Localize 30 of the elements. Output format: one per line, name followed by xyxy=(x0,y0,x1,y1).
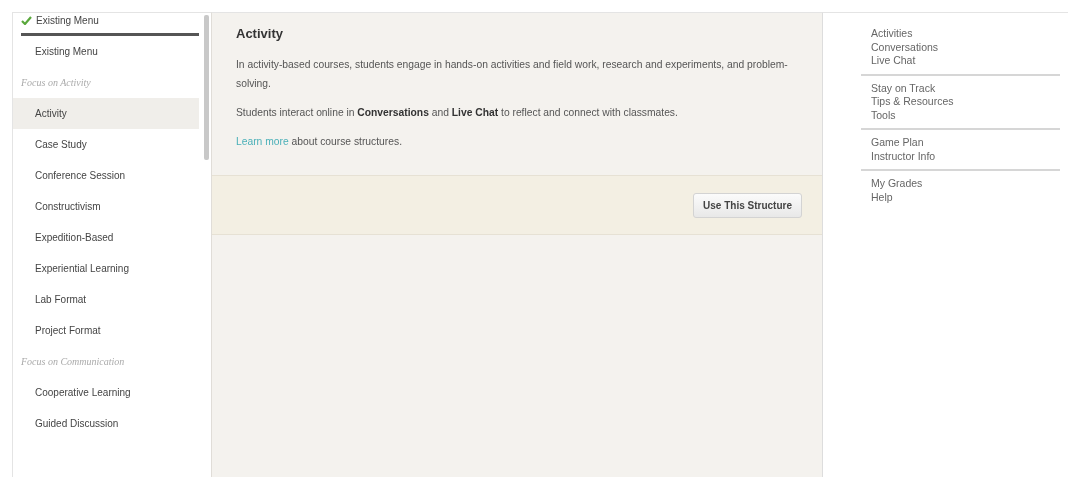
menu-item[interactable]: Project Format xyxy=(13,315,199,346)
menu-item[interactable]: Lab Format xyxy=(13,284,199,315)
nav-link[interactable]: Tools xyxy=(871,108,1060,122)
menu-item[interactable]: Case Study xyxy=(13,129,199,160)
use-structure-button[interactable]: Use This Structure xyxy=(693,192,802,218)
menu-select[interactable]: Existing Menu xyxy=(21,13,199,36)
section-title: Activity xyxy=(236,26,284,41)
nav-link[interactable]: My Grades xyxy=(871,177,1060,191)
section-heading: Focus on Communication xyxy=(20,355,126,369)
menu-item[interactable]: Expedition-Based xyxy=(13,222,199,253)
description-text: In activity-based courses, students engage in hands-on activities and field work, research and experiments, and problem-solving. xyxy=(236,58,789,91)
menu-item[interactable]: Experiential Learning xyxy=(13,253,199,284)
menu-item[interactable]: Constructivism xyxy=(13,191,199,222)
nav-link[interactable]: Game Plan xyxy=(871,136,1060,150)
menu-item[interactable]: Activity xyxy=(13,98,199,129)
menu-item[interactable]: Guided Discussion xyxy=(13,408,199,439)
menu-item[interactable]: Conference Session xyxy=(13,160,199,191)
nav-link[interactable]: Instructor Info xyxy=(871,149,1060,163)
description-text: Students interact online in Conversations and Live Chat to reflect and connect with classmates. xyxy=(236,106,679,120)
menu-item[interactable]: Existing Menu xyxy=(13,36,199,67)
menu-item[interactable]: Cooperative Learning xyxy=(13,377,199,408)
nav-link[interactable]: Live Chat xyxy=(871,54,1060,68)
link-suffix-text: about course structures. xyxy=(291,136,402,147)
nav-link[interactable]: Conversations xyxy=(871,40,1060,54)
nav-link[interactable]: Help xyxy=(871,190,1060,204)
nav-link[interactable]: Tips & Resources xyxy=(871,95,1060,109)
nav-link[interactable]: Stay on Track xyxy=(871,81,1060,95)
section-heading: Focus on Activity xyxy=(20,76,92,90)
scrollbar[interactable] xyxy=(204,15,209,160)
nav-link[interactable]: Activities xyxy=(871,27,1060,41)
